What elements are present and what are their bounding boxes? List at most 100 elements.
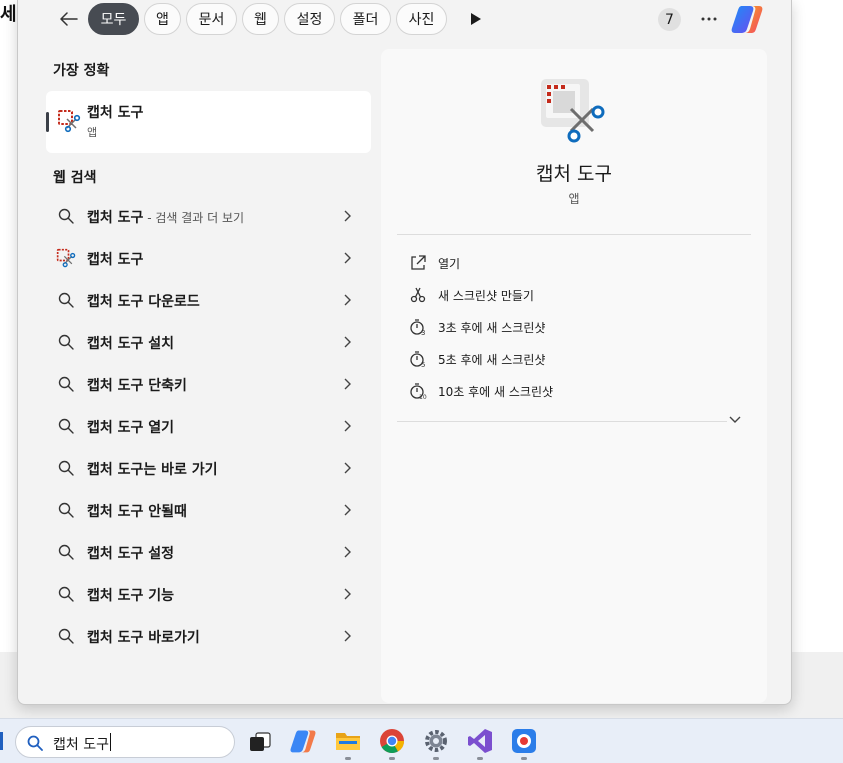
recorder-button[interactable] xyxy=(511,728,537,760)
detail-pane: 캡처 도구 앱 열기 새 스크린샷 만들기 3 3초 후에 새 스크린샷 5 5… xyxy=(381,49,767,703)
web-result-item[interactable]: 캡처 도구 기능 xyxy=(46,575,371,613)
action-new-snip[interactable]: 새 스크린샷 만들기 xyxy=(397,279,751,311)
search-icon xyxy=(58,292,74,308)
search-icon xyxy=(27,735,43,751)
web-result-label: 캡처 도구 xyxy=(87,252,144,268)
action-snip-10s[interactable]: 10 10초 후에 새 스크린샷 xyxy=(397,375,751,407)
web-result-item[interactable]: 캡처 도구 안될때 xyxy=(46,491,371,529)
action-snip-5s[interactable]: 5 5초 후에 새 스크린샷 xyxy=(397,343,751,375)
copilot-button[interactable] xyxy=(290,728,316,754)
chevron-right-icon xyxy=(344,462,351,474)
search-icon xyxy=(58,208,74,224)
search-icon xyxy=(58,628,74,644)
web-result-label: 캡처 도구 - 검색 결과 더 보기 xyxy=(87,210,245,226)
search-icon xyxy=(58,502,74,518)
running-indicator xyxy=(345,757,351,760)
action-label: 열기 xyxy=(438,257,461,271)
chevron-right-icon xyxy=(344,294,351,306)
running-indicator xyxy=(389,757,395,760)
web-result-more[interactable]: 캡처 도구 - 검색 결과 더 보기 xyxy=(46,197,371,235)
web-result-label: 캡처 도구 바로가기 xyxy=(87,630,200,646)
web-result-label: 캡처 도구 설치 xyxy=(87,336,175,352)
running-indicator xyxy=(477,757,483,760)
back-button[interactable] xyxy=(56,8,82,30)
web-result-app[interactable]: 캡처 도구 xyxy=(46,239,371,277)
web-result-item[interactable]: 캡처 도구 설치 xyxy=(46,323,371,361)
task-view-icon xyxy=(250,732,271,751)
running-indicator xyxy=(521,757,527,760)
web-result-label: 캡처 도구 열기 xyxy=(87,420,175,436)
running-indicator xyxy=(433,757,439,760)
chevron-right-icon xyxy=(344,420,351,432)
timer-10-icon: 10 xyxy=(410,383,427,400)
best-match-item[interactable]: 캡처 도구 앱 xyxy=(46,91,371,153)
tab-web[interactable]: 웹 xyxy=(242,3,279,35)
search-icon xyxy=(58,544,74,560)
svg-text:10: 10 xyxy=(419,394,427,400)
search-icon xyxy=(58,334,74,350)
chevron-right-icon xyxy=(344,252,351,264)
tab-settings[interactable]: 설정 xyxy=(284,3,335,35)
file-explorer-button[interactable] xyxy=(335,728,361,760)
search-icon xyxy=(58,586,74,602)
search-results-panel: 모두 앱 문서 웹 설정 폴더 사진 7 가장 정확 캡처 도구 앱 웹 검색 … xyxy=(17,0,792,705)
task-view-button[interactable] xyxy=(247,728,273,754)
best-match-title: 캡처 도구 xyxy=(87,105,144,121)
tab-documents[interactable]: 문서 xyxy=(186,3,237,35)
detail-subtitle: 앱 xyxy=(568,192,580,206)
notification-badge: 7 xyxy=(658,8,681,31)
chrome-button[interactable] xyxy=(379,728,405,760)
web-result-label: 캡처 도구 기능 xyxy=(87,588,175,604)
search-icon xyxy=(58,376,74,392)
play-icon[interactable] xyxy=(470,12,482,26)
search-icon xyxy=(58,418,74,434)
chevron-right-icon xyxy=(344,588,351,600)
more-icon xyxy=(701,17,717,21)
selection-indicator xyxy=(46,112,49,132)
snipping-tool-icon xyxy=(58,110,81,133)
chevron-down-icon[interactable] xyxy=(728,415,742,425)
web-result-item[interactable]: 캡처 도구 단축키 xyxy=(46,365,371,403)
action-open[interactable]: 열기 xyxy=(397,247,751,279)
visual-studio-icon xyxy=(468,729,492,753)
action-label: 3초 후에 새 스크린샷 xyxy=(438,321,546,335)
search-icon xyxy=(58,460,74,476)
tab-apps[interactable]: 앱 xyxy=(144,3,181,35)
web-result-label: 캡처 도구 단축키 xyxy=(87,378,187,394)
web-result-item[interactable]: 캡처 도구 열기 xyxy=(46,407,371,445)
tab-all[interactable]: 모두 xyxy=(88,3,139,35)
new-snip-icon xyxy=(410,287,426,303)
settings-button[interactable] xyxy=(423,728,449,760)
tab-photos[interactable]: 사진 xyxy=(396,3,447,35)
timer-3-icon: 3 xyxy=(410,319,425,336)
start-button-edge[interactable] xyxy=(0,732,3,750)
web-search-heading: 웹 검색 xyxy=(53,170,97,186)
taskbar-search-input[interactable]: 캡처 도구 xyxy=(53,734,109,754)
taskbar-search-box[interactable]: 캡처 도구 xyxy=(15,726,235,758)
chevron-right-icon xyxy=(344,546,351,558)
chevron-right-icon xyxy=(344,336,351,348)
arrow-left-icon xyxy=(60,12,78,26)
snipping-tool-icon xyxy=(541,79,605,143)
web-result-label: 캡처 도구 안될때 xyxy=(87,504,187,520)
visual-studio-button[interactable] xyxy=(467,728,493,760)
chevron-right-icon xyxy=(344,504,351,516)
background-window-text: 세 xyxy=(0,4,17,25)
text-caret xyxy=(110,733,111,751)
more-options-button[interactable] xyxy=(698,8,720,30)
detail-title: 캡처 도구 xyxy=(536,163,612,185)
snipping-tool-icon xyxy=(56,248,76,268)
divider xyxy=(397,421,727,422)
best-match-heading: 가장 정확 xyxy=(53,63,110,79)
web-result-item[interactable]: 캡처 도구 다운로드 xyxy=(46,281,371,319)
copilot-icon[interactable] xyxy=(731,4,763,34)
timer-5-icon: 5 xyxy=(410,351,425,368)
action-snip-3s[interactable]: 3 3초 후에 새 스크린샷 xyxy=(397,311,751,343)
tab-folders[interactable]: 폴더 xyxy=(340,3,391,35)
filter-bar: 모두 앱 문서 웹 설정 폴더 사진 7 xyxy=(18,0,793,40)
web-result-item[interactable]: 캡처 도구 바로가기 xyxy=(46,617,371,655)
web-result-item[interactable]: 캡처 도구는 바로 가기 xyxy=(46,449,371,487)
web-result-label: 캡처 도구 다운로드 xyxy=(87,294,200,310)
web-result-item[interactable]: 캡처 도구 설정 xyxy=(46,533,371,571)
chevron-right-icon xyxy=(344,210,351,222)
